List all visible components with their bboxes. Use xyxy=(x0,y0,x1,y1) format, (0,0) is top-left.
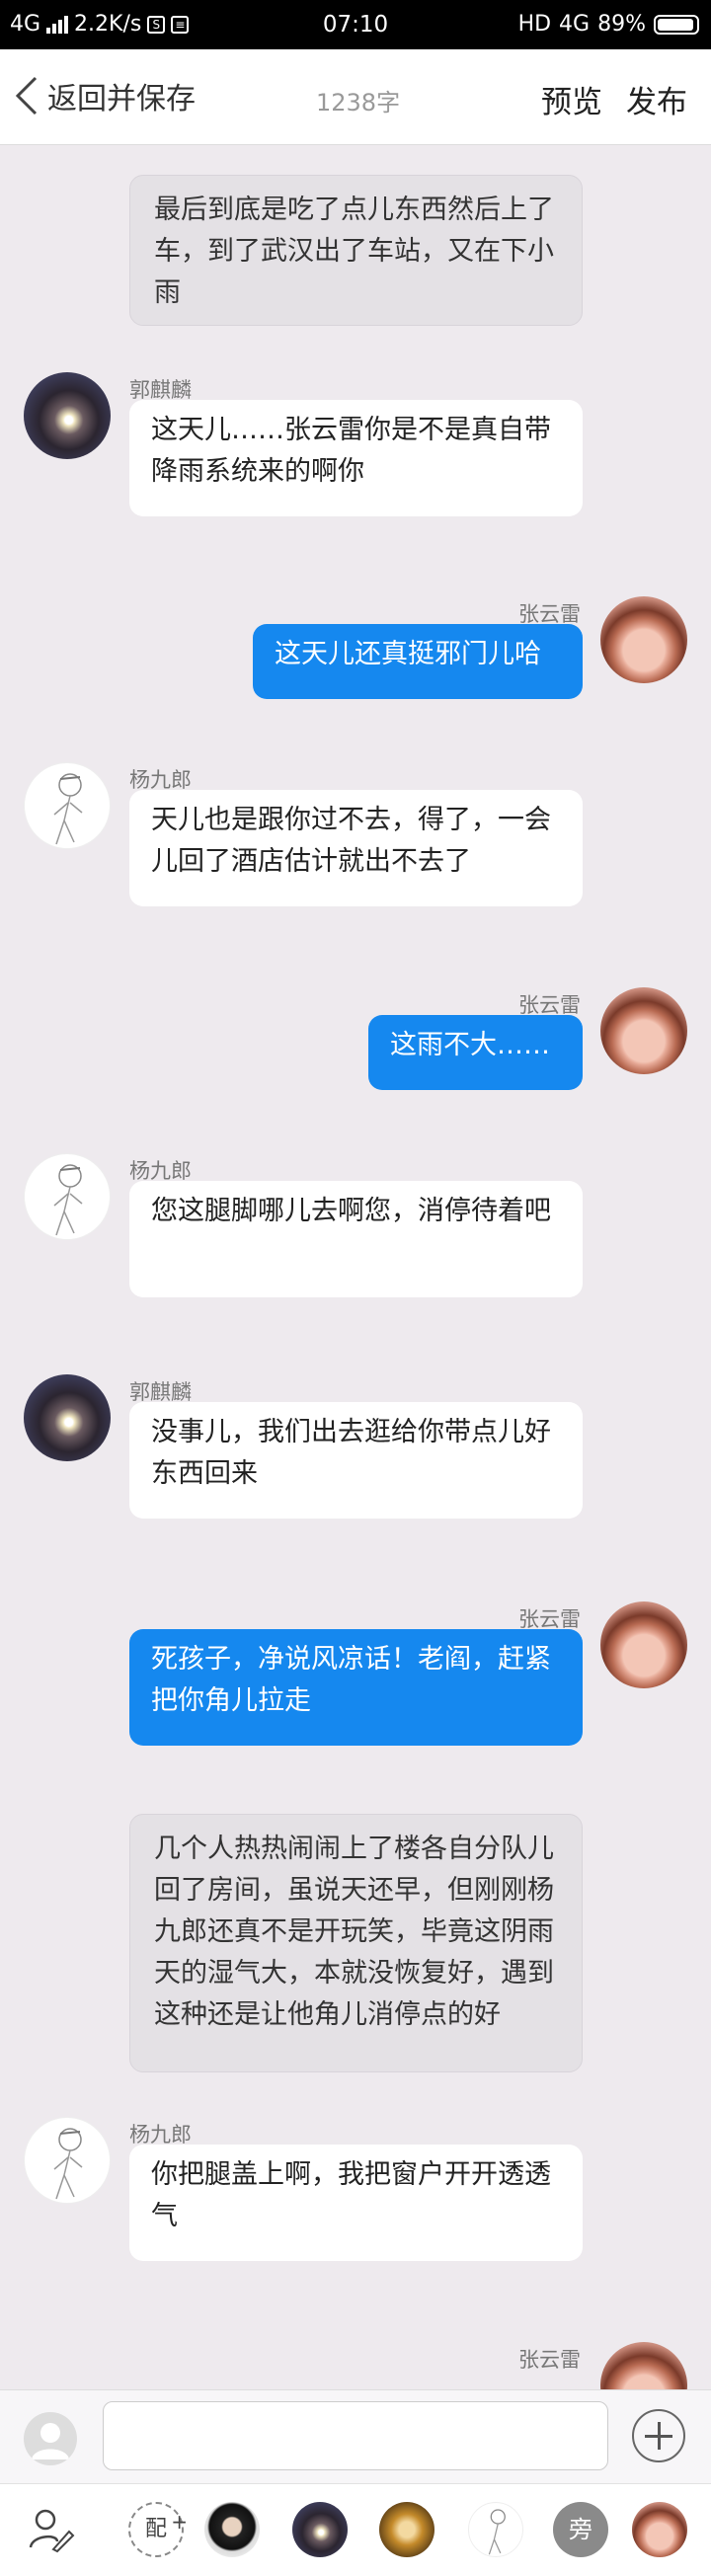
narrator-label: 旁 xyxy=(569,2516,592,2543)
top-bar: 返回并保存 1238字 预览 发布 xyxy=(0,49,711,145)
narration-bubble[interactable]: 几个人热热闹闹上了楼各自分队儿回了房间，虽说天还早，但刚刚杨九郎还真不是开玩笑，… xyxy=(129,1814,583,2072)
hd-label: HD xyxy=(517,12,552,37)
sketch-figure-icon xyxy=(53,1164,83,1236)
sketch-figure-icon xyxy=(53,773,83,845)
character-bar: 配 + 旁 xyxy=(0,2483,711,2576)
avatar-zhang-yunlei[interactable] xyxy=(600,1601,687,1688)
character-avatar-seal[interactable] xyxy=(379,2502,434,2557)
user-placeholder-icon xyxy=(32,2423,69,2459)
message-bubble[interactable]: 没事儿，我们出去逛给你带点儿好东西回来 xyxy=(129,1402,583,1519)
avatar-yang-jiulang[interactable] xyxy=(24,1153,111,1240)
character-avatar-yang-jiulang[interactable] xyxy=(468,2502,523,2557)
word-count: 1238字 xyxy=(316,89,401,117)
battery-percent: 89% xyxy=(597,12,646,37)
narrator-button[interactable]: 旁 xyxy=(553,2502,608,2557)
avatar-guo-qilin[interactable] xyxy=(24,372,111,459)
avatar-zhang-yunlei[interactable] xyxy=(600,596,687,683)
battery-icon xyxy=(654,14,699,35)
character-avatar-zhang-yunlei[interactable] xyxy=(632,2502,687,2557)
add-dub-button[interactable]: 配 + xyxy=(128,2502,188,2557)
character-avatar-1[interactable] xyxy=(204,2502,260,2557)
back-label: 返回并保存 xyxy=(47,82,196,117)
avatar-zhang-yunlei[interactable] xyxy=(600,987,687,1074)
edit-author-icon[interactable] xyxy=(28,2506,75,2553)
network-type-right: 4G xyxy=(559,12,591,37)
message-bubble[interactable]: 这雨不大…… xyxy=(368,1015,583,1090)
character-avatar-guo-qilin[interactable] xyxy=(292,2502,348,2557)
chevron-left-icon xyxy=(15,76,38,116)
sketch-figure-icon xyxy=(488,2509,506,2555)
preview-button[interactable]: 预览 xyxy=(541,77,602,121)
avatar-yang-jiulang[interactable] xyxy=(24,2117,111,2204)
chat-area[interactable]: 最后到底是吃了点儿东西然后上了车，到了武汉出了车站，又在下小雨 郭麒麟 这天儿…… xyxy=(0,145,711,2389)
back-button[interactable]: 返回并保存 xyxy=(14,71,196,120)
avatar-zhang-yunlei[interactable] xyxy=(600,2342,687,2389)
dub-label: 配 xyxy=(144,2517,167,2541)
message-input[interactable] xyxy=(103,2401,608,2470)
avatar-yang-jiulang[interactable] xyxy=(24,762,111,849)
current-speaker-avatar[interactable] xyxy=(24,2412,77,2465)
message-bubble[interactable]: 这天儿……张云雷你是不是真自带降雨系统来的啊你 xyxy=(129,400,583,516)
message-bubble[interactable]: 您这腿脚哪儿去啊您，消停待着吧 xyxy=(129,1181,583,1297)
narration-bubble[interactable]: 最后到底是吃了点儿东西然后上了车，到了武汉出了车站，又在下小雨 xyxy=(129,175,583,326)
message-bubble[interactable]: 死孩子，净说风凉话！老阎，赶紧把你角儿拉走 xyxy=(129,1629,583,1746)
publish-button[interactable]: 发布 xyxy=(626,77,687,121)
message-bubble[interactable]: 这天儿还真挺邪门儿哈 xyxy=(253,624,583,699)
avatar-guo-qilin[interactable] xyxy=(24,1374,111,1461)
status-bar: 4G 2.2K/s S ≡ 07:10 HD 4G 89% xyxy=(0,0,711,49)
sender-name: 张云雷 xyxy=(518,2348,581,2372)
message-bubble[interactable]: 你把腿盖上啊，我把窗户开开透透气 xyxy=(129,2145,583,2261)
add-button[interactable] xyxy=(632,2409,685,2462)
input-bar xyxy=(0,2389,711,2484)
sketch-figure-icon xyxy=(53,2128,83,2200)
message-bubble[interactable]: 天儿也是跟你过不去，得了，一会儿回了酒店估计就出不去了 xyxy=(129,790,583,906)
plus-icon: + xyxy=(171,2510,188,2534)
